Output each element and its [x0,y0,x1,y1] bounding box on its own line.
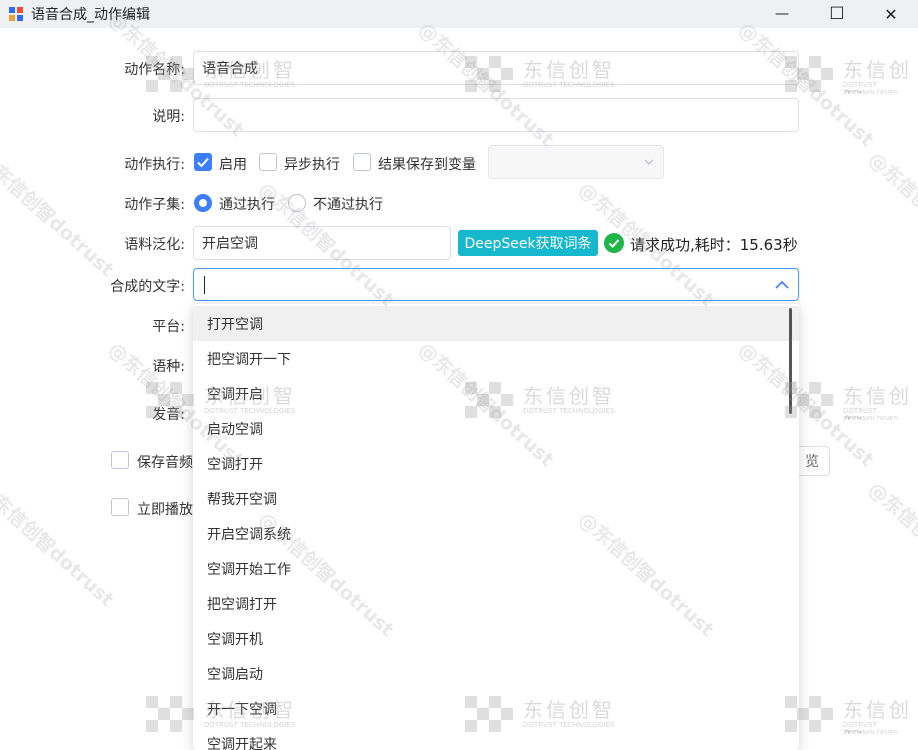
dropdown-item[interactable]: 启动空调 [193,411,799,446]
dropdown-item[interactable]: 开启空调系统 [193,516,799,551]
synth-text-select[interactable] [193,268,799,301]
preview-label: 览 [805,454,819,470]
action-name-value: 语音合成 [202,61,258,77]
generalize-input[interactable]: 开启空调 [193,226,451,260]
close-icon: ✕ [884,4,898,24]
dropdown-item[interactable]: 空调打开 [193,446,799,481]
text-cursor [204,276,205,294]
sub-action-label: 动作子集: [124,197,185,213]
success-icon [604,233,624,253]
chevron-down-icon [644,159,654,165]
generalize-label: 语料泛化: [124,237,185,253]
app-icon [9,7,23,21]
dropdown-item[interactable]: 开一下空调 [193,691,799,726]
pass-radio[interactable] [194,194,212,212]
dropdown-scrollbar[interactable] [789,308,792,414]
deepseek-fetch-label: DeepSeek获取词条 [464,236,592,252]
enable-label: 启用 [219,157,247,173]
request-status: 请求成功,耗时：15.63秒 [630,236,798,254]
dropdown-item[interactable]: 把空调打开 [193,586,799,621]
fail-radio[interactable] [288,194,306,212]
action-name-label: 动作名称: [124,62,185,78]
maximize-button[interactable]: ☐ [814,0,860,28]
voice-label: 发音: [152,407,185,423]
synth-text-dropdown: 打开空调 把空调开一下 空调开启 启动空调 空调打开 帮我开空调 开启空调系统 … [193,304,799,750]
minimize-icon: — [775,6,789,22]
description-input[interactable] [193,98,799,132]
save-audio-checkbox[interactable] [111,451,129,469]
dropdown-item[interactable]: 空调开起来 [193,726,799,750]
async-checkbox[interactable] [259,153,277,171]
dropdown-item[interactable]: 帮我开空调 [193,481,799,516]
save-result-label: 结果保存到变量 [378,157,476,173]
dropdown-item[interactable]: 空调开始工作 [193,551,799,586]
dropdown-item[interactable]: 空调开启 [193,376,799,411]
platform-label: 平台: [152,319,185,335]
dropdown-item[interactable]: 空调启动 [193,656,799,691]
dropdown-item[interactable]: 打开空调 [193,306,799,341]
play-now-label: 立即播放 [137,502,193,518]
save-audio-label: 保存音频 [137,455,193,471]
fail-label: 不通过执行 [313,197,383,213]
generalize-value: 开启空调 [202,236,258,252]
check-icon [197,157,209,168]
chevron-up-icon [775,280,789,289]
minimize-button[interactable]: — [759,0,805,28]
window-title: 语音合成_动作编辑 [31,7,150,23]
dropdown-item[interactable]: 把空调开一下 [193,341,799,376]
execution-label: 动作执行: [124,157,185,173]
synth-text-label: 合成的文字: [110,279,185,295]
async-label: 异步执行 [284,157,340,173]
language-label: 语种: [152,359,185,375]
description-label: 说明: [152,109,185,125]
close-button[interactable]: ✕ [868,0,914,28]
maximize-icon: ☐ [829,4,845,24]
save-result-checkbox[interactable] [353,153,371,171]
dropdown-item[interactable]: 空调开机 [193,621,799,656]
deepseek-fetch-button[interactable]: DeepSeek获取词条 [458,230,598,256]
play-now-checkbox[interactable] [111,498,129,516]
action-name-input[interactable]: 语音合成 [193,51,799,85]
title-bar: 语音合成_动作编辑 — ☐ ✕ [0,0,918,28]
result-variable-select[interactable] [488,145,664,179]
enable-checkbox[interactable] [194,153,212,171]
pass-label: 通过执行 [219,197,275,213]
